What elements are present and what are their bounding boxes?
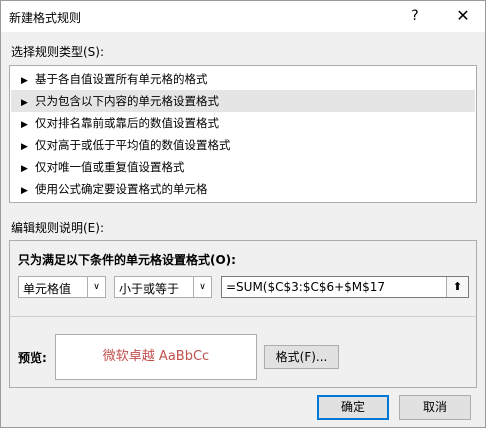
- operator-select[interactable]: 小于或等于 ∨: [114, 276, 212, 298]
- triangle-right-icon: ▶: [21, 164, 28, 174]
- edit-rule-panel: 只为满足以下条件的单元格设置格式(O): 单元格值 ∨ 小于或等于 ∨ =SUM…: [9, 240, 477, 388]
- triangle-right-icon: ▶: [21, 186, 28, 196]
- rule-type-item-label: 仅对唯一值或重复值设置格式: [35, 160, 185, 174]
- rule-type-item[interactable]: ▶ 仅对唯一值或重复值设置格式: [11, 156, 475, 178]
- preview-label: 预览:: [18, 351, 47, 365]
- rule-type-item-label: 仅对高于或低于平均值的数值设置格式: [35, 138, 231, 152]
- chevron-down-icon[interactable]: ∨: [193, 277, 211, 297]
- rule-type-item[interactable]: ▶ 基于各自值设置所有单元格的格式: [11, 68, 475, 90]
- rule-type-item[interactable]: ▶ 使用公式确定要设置格式的单元格: [11, 178, 475, 200]
- triangle-right-icon: ▶: [21, 76, 28, 86]
- condition-section: 只为满足以下条件的单元格设置格式(O): 单元格值 ∨ 小于或等于 ∨ =SUM…: [10, 241, 476, 317]
- title-bar: 新建格式规则 ? ✕: [1, 1, 485, 32]
- cancel-button[interactable]: 取消: [399, 395, 471, 420]
- collapse-dialog-icon[interactable]: ⬆: [446, 277, 468, 297]
- rule-type-item[interactable]: ▶ 仅对高于或低于平均值的数值设置格式: [11, 134, 475, 156]
- rule-type-item-label: 只为包含以下内容的单元格设置格式: [35, 94, 219, 108]
- edit-rule-label: 编辑规则说明(E):: [11, 221, 104, 235]
- dialog-title: 新建格式规则: [9, 11, 82, 25]
- format-button[interactable]: 格式(F)...: [264, 345, 339, 369]
- cell-value-select[interactable]: 单元格值 ∨: [18, 276, 106, 298]
- condition-title: 只为满足以下条件的单元格设置格式(O):: [18, 253, 236, 267]
- rule-type-label: 选择规则类型(S):: [11, 45, 105, 59]
- cell-value-select-value: 单元格值: [23, 282, 72, 296]
- triangle-right-icon: ▶: [21, 120, 28, 130]
- ok-button[interactable]: 确定: [317, 395, 389, 420]
- rule-type-item-selected[interactable]: ▶ 只为包含以下内容的单元格设置格式: [11, 90, 475, 112]
- preview-text: 微软卓越 AaBbCc: [102, 349, 210, 364]
- formula-input[interactable]: =SUM($C$3:$C$6+$M$17 ⬆: [221, 276, 469, 298]
- help-button[interactable]: ?: [401, 4, 429, 28]
- rule-type-item-label: 基于各自值设置所有单元格的格式: [35, 72, 208, 86]
- new-format-rule-dialog: 新建格式规则 ? ✕ 选择规则类型(S): ▶ 基于各自值设置所有单元格的格式 ▶…: [0, 0, 486, 428]
- triangle-right-icon: ▶: [21, 98, 28, 108]
- operator-select-value: 小于或等于: [119, 282, 180, 296]
- rule-type-list[interactable]: ▶ 基于各自值设置所有单元格的格式 ▶ 只为包含以下内容的单元格设置格式 ▶ 仅对排名…: [9, 65, 477, 203]
- rule-type-item[interactable]: ▶ 仅对排名靠前或靠后的数值设置格式: [11, 112, 475, 134]
- rule-type-item-label: 使用公式确定要设置格式的单元格: [35, 182, 208, 196]
- chevron-down-icon[interactable]: ∨: [87, 277, 105, 297]
- formula-input-value: =SUM($C$3:$C$6+$M$17: [226, 280, 386, 294]
- rule-type-item-label: 仅对排名靠前或靠后的数值设置格式: [35, 116, 219, 130]
- triangle-right-icon: ▶: [21, 142, 28, 152]
- close-button[interactable]: ✕: [447, 4, 479, 28]
- preview-box: 微软卓越 AaBbCc: [55, 334, 257, 380]
